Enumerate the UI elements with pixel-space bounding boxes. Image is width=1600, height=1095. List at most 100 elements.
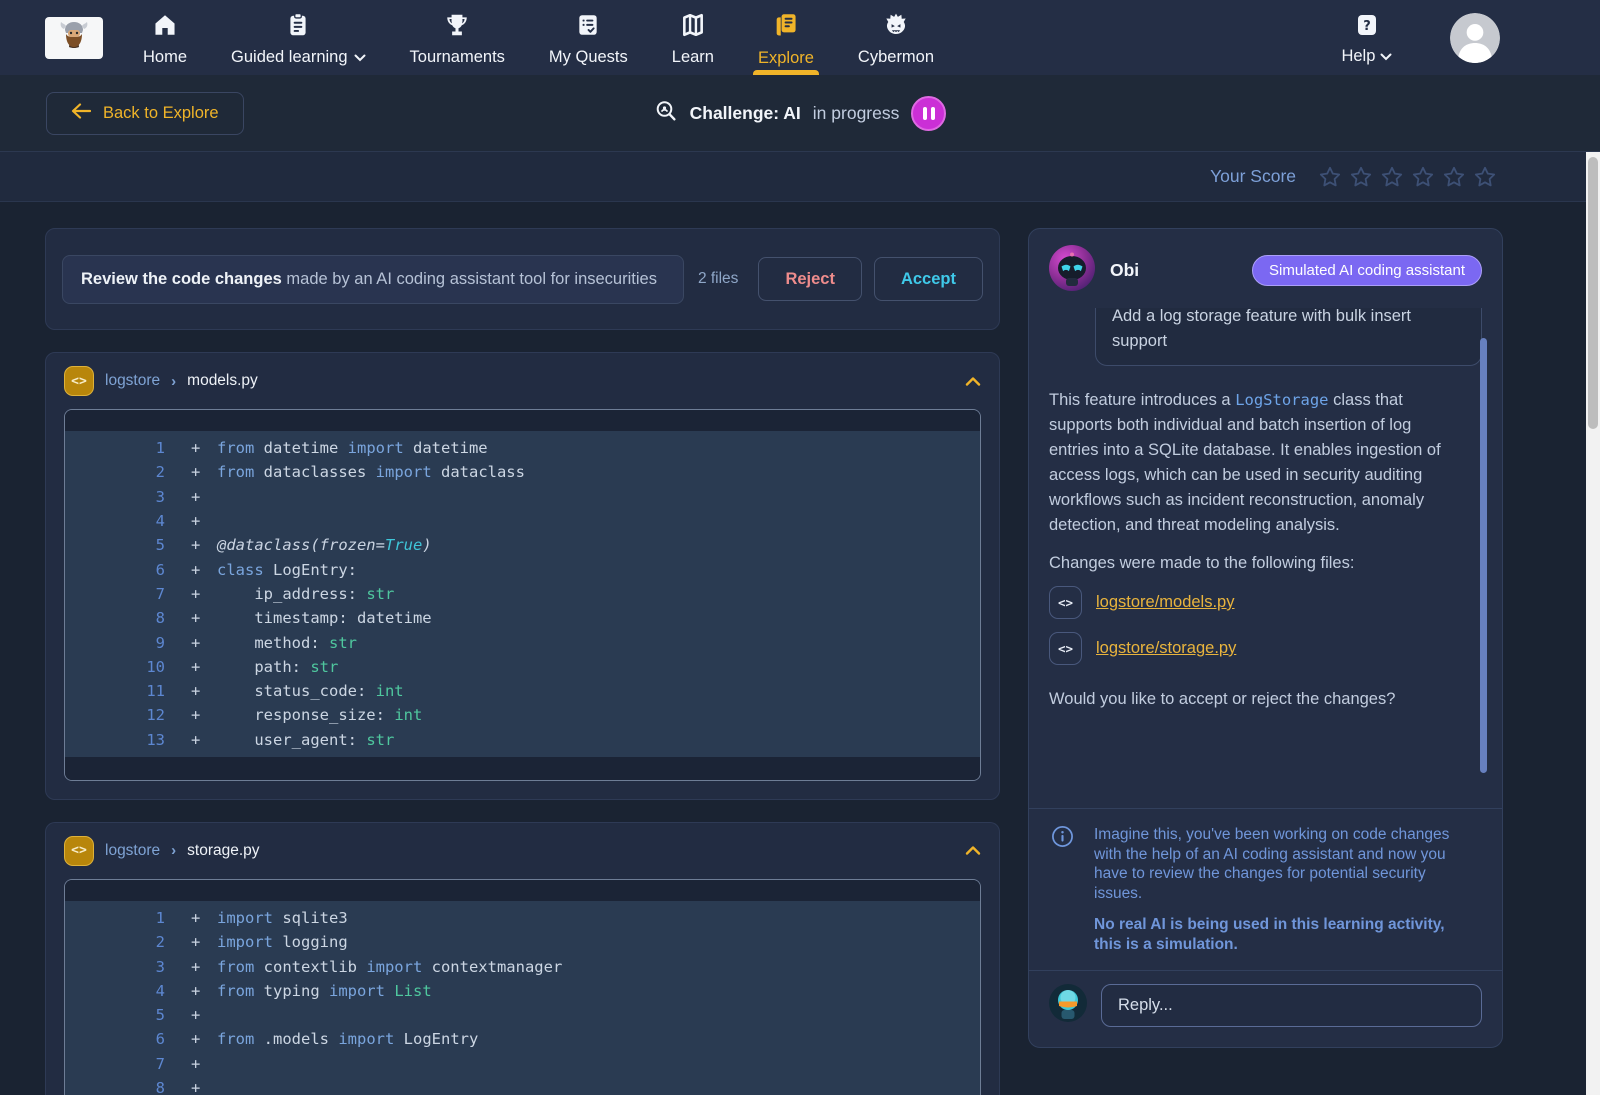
- nav-label: Guided learning: [231, 48, 366, 67]
- collapse-panel-button[interactable]: [965, 845, 981, 856]
- diff-expander-top[interactable]: [65, 880, 980, 901]
- nav-item-guided-learning[interactable]: Guided learning: [231, 0, 366, 75]
- star-icon[interactable]: [1442, 165, 1466, 189]
- code-text: status_code: int: [217, 682, 404, 700]
- accept-button[interactable]: Accept: [874, 257, 983, 301]
- user-avatar[interactable]: [1450, 13, 1500, 63]
- file-link-row-models[interactable]: <> logstore/models.py: [1049, 586, 1482, 619]
- back-label: Back to Explore: [103, 104, 219, 123]
- nav-item-learn[interactable]: Learn: [672, 0, 714, 75]
- breadcrumb-file: storage.py: [187, 842, 259, 860]
- breadcrumb-chevron-icon: ›: [171, 373, 176, 390]
- code-line: 11+ status_code: int: [65, 679, 980, 703]
- map-icon: [680, 12, 706, 43]
- line-number: 2: [65, 933, 165, 951]
- back-arrow-icon: [71, 103, 91, 124]
- diff-expander-top[interactable]: [65, 410, 980, 431]
- line-number: 12: [65, 706, 165, 724]
- magnifier-icon: [654, 99, 678, 128]
- diff-marker: +: [191, 634, 211, 652]
- diff-marker: +: [191, 488, 211, 506]
- score-bar: Your Score: [0, 152, 1600, 202]
- svg-text:?: ?: [1363, 19, 1371, 34]
- user-request-bubble: Add a log storage feature with bulk inse…: [1095, 308, 1482, 366]
- line-number: 9: [65, 634, 165, 652]
- viking-logo-icon: [52, 17, 96, 58]
- code-line: 4+from typing import List: [65, 979, 980, 1003]
- nav-label: My Quests: [549, 48, 628, 67]
- code-text: method: str: [217, 634, 357, 652]
- monster-icon: [882, 12, 910, 43]
- code-line: 3+: [65, 485, 980, 509]
- nav-item-explore[interactable]: Explore: [758, 0, 814, 75]
- home-icon: [152, 12, 178, 43]
- reply-input[interactable]: [1101, 984, 1482, 1027]
- line-number: 8: [65, 609, 165, 627]
- obi-avatar: [1049, 245, 1095, 296]
- nav-item-help[interactable]: ? Help: [1341, 9, 1392, 66]
- nav-label: Explore: [758, 49, 814, 68]
- nav-item-my-quests[interactable]: My Quests: [549, 0, 628, 75]
- app-logo[interactable]: [45, 17, 103, 59]
- review-column: Review the code changes made by an AI co…: [45, 228, 1000, 1095]
- file-link-row-storage[interactable]: <> logstore/storage.py: [1049, 632, 1482, 665]
- star-icon[interactable]: [1411, 165, 1435, 189]
- page-scrollbar-thumb[interactable]: [1588, 157, 1598, 429]
- trophy-icon: [444, 12, 470, 43]
- star-icon[interactable]: [1473, 165, 1497, 189]
- nav-right: ? Help: [1341, 0, 1600, 75]
- challenge-bar: Back to Explore Challenge: AI in progres…: [0, 75, 1600, 152]
- clipboard-icon: [285, 12, 311, 43]
- file-link-storage[interactable]: logstore/storage.py: [1096, 639, 1236, 658]
- review-task-card: Review the code changes made by an AI co…: [45, 228, 1000, 330]
- diff-marker: +: [191, 561, 211, 579]
- pause-button[interactable]: [911, 96, 946, 131]
- code-line: 12+ response_size: int: [65, 703, 980, 727]
- diff-expander-bottom[interactable]: [65, 757, 980, 780]
- line-number: 10: [65, 658, 165, 676]
- diff-marker: +: [191, 463, 211, 481]
- star-icon[interactable]: [1318, 165, 1342, 189]
- code-text: ip_address: str: [217, 585, 394, 603]
- nav-label: Cybermon: [858, 48, 934, 67]
- code-line: 5+: [65, 1003, 980, 1027]
- pause-icon: [923, 107, 927, 120]
- code-line: 4+: [65, 509, 980, 533]
- code-line: 6+class LogEntry:: [65, 557, 980, 581]
- assistant-name: Obi: [1110, 260, 1139, 281]
- code-text: path: str: [217, 658, 338, 676]
- diff-marker: +: [191, 982, 211, 1000]
- chat-header: Obi Simulated AI coding assistant: [1029, 229, 1502, 308]
- file-link-models[interactable]: logstore/models.py: [1096, 593, 1235, 612]
- diff-marker: +: [191, 512, 211, 530]
- diff-marker: +: [191, 536, 211, 554]
- collapse-panel-button[interactable]: [965, 376, 981, 387]
- diff-marker: +: [191, 609, 211, 627]
- code-file-icon: <>: [64, 836, 94, 866]
- code-line: 1+from datetime import datetime: [65, 436, 980, 460]
- code-line: 2+from dataclasses import dataclass: [65, 460, 980, 484]
- files-intro-text: Changes were made to the following files…: [1049, 554, 1482, 573]
- code-line: 5+@dataclass(frozen=True): [65, 533, 980, 557]
- code-line: 7+: [65, 1052, 980, 1076]
- nav-item-tournaments[interactable]: Tournaments: [410, 0, 505, 75]
- nav-item-home[interactable]: Home: [143, 0, 187, 75]
- page-scrollbar-track[interactable]: [1586, 152, 1600, 1095]
- chat-scrollbar[interactable]: [1480, 338, 1487, 773]
- reject-button[interactable]: Reject: [758, 257, 862, 301]
- nav-item-cybermon[interactable]: Cybermon: [858, 0, 934, 75]
- code-line: 8+ timestamp: datetime: [65, 606, 980, 630]
- star-icon[interactable]: [1380, 165, 1404, 189]
- back-to-explore-button[interactable]: Back to Explore: [46, 92, 244, 135]
- star-icon[interactable]: [1349, 165, 1373, 189]
- files-count: 2 files: [698, 270, 739, 288]
- code-text: @dataclass(frozen=True): [217, 536, 432, 554]
- line-number: 1: [65, 439, 165, 457]
- inline-code: LogStorage: [1235, 391, 1328, 409]
- diff-marker: +: [191, 933, 211, 951]
- line-number: 8: [65, 1079, 165, 1095]
- score-stars: [1318, 165, 1497, 189]
- line-number: 6: [65, 561, 165, 579]
- diff-marker: +: [191, 909, 211, 927]
- code-diff-viewer: 1+import sqlite32+import logging3+from c…: [64, 879, 981, 1095]
